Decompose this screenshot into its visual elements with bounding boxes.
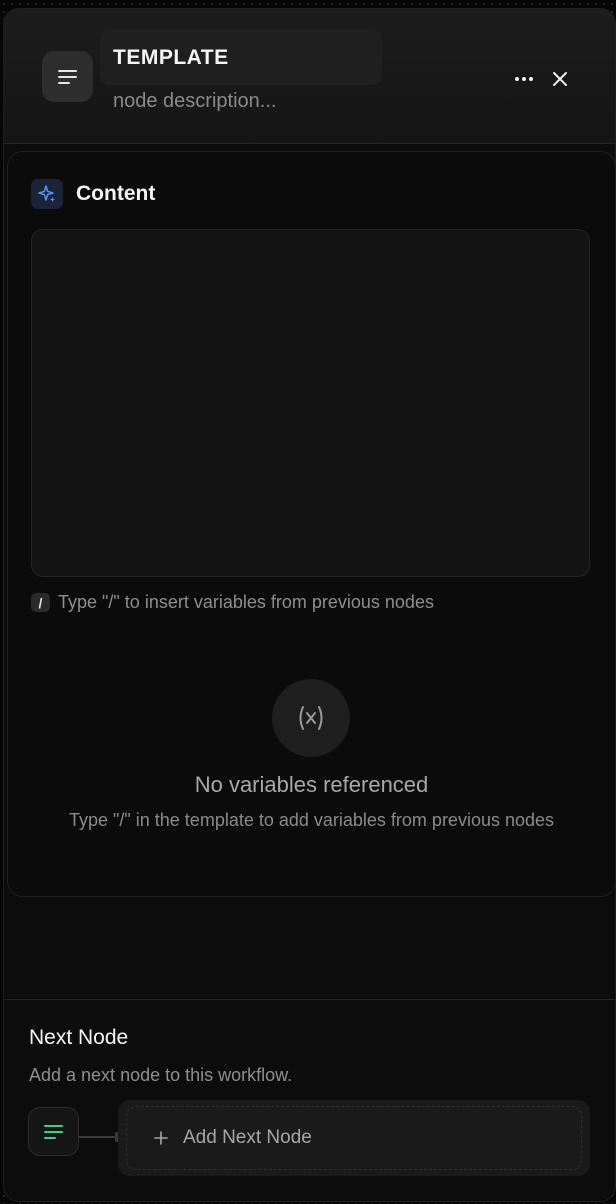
next-node-title: Next Node [29, 1026, 129, 1049]
plus-icon [154, 1131, 168, 1145]
add-next-node-button[interactable]: Add Next Node [126, 1106, 582, 1170]
add-next-node-card: Add Next Node [118, 1100, 590, 1176]
node-connector-line [79, 1136, 119, 1138]
content-section: Content / Type "/" to insert variables f… [7, 151, 615, 897]
variable-x-icon [299, 706, 323, 730]
text-lines-icon [57, 69, 77, 84]
sparkles-icon [38, 185, 55, 202]
node-description-input[interactable]: node description... [113, 90, 276, 113]
close-button[interactable] [546, 65, 574, 93]
close-icon [553, 72, 567, 86]
variable-hint-text: Type "/" to insert variables from previo… [58, 592, 434, 612]
template-editor[interactable] [31, 229, 590, 577]
node-type-badge [42, 51, 93, 102]
variables-empty-title: No variables referenced [194, 772, 429, 797]
node-title[interactable]: TEMPLATE [113, 46, 229, 70]
panel-header: TEMPLATE node description... [4, 9, 615, 144]
variables-empty-icon-circle [272, 679, 350, 757]
section-divider [4, 999, 615, 1000]
text-lines-icon [43, 1124, 63, 1139]
content-section-badge [31, 179, 63, 209]
variable-hint: / Type "/" to insert variables from prev… [31, 592, 434, 613]
content-section-title: Content [76, 182, 156, 205]
node-panel: TEMPLATE node description... Content / T… [3, 8, 616, 1202]
variables-empty-subtitle: Type "/" in the template to add variable… [68, 810, 555, 830]
next-node-subtitle: Add a next node to this workflow. [29, 1065, 293, 1085]
more-options-button[interactable] [510, 65, 538, 93]
slash-key-badge: / [31, 593, 50, 612]
more-horizontal-icon [515, 77, 533, 81]
current-node-chip [28, 1107, 79, 1156]
add-next-node-label: Add Next Node [183, 1127, 312, 1148]
